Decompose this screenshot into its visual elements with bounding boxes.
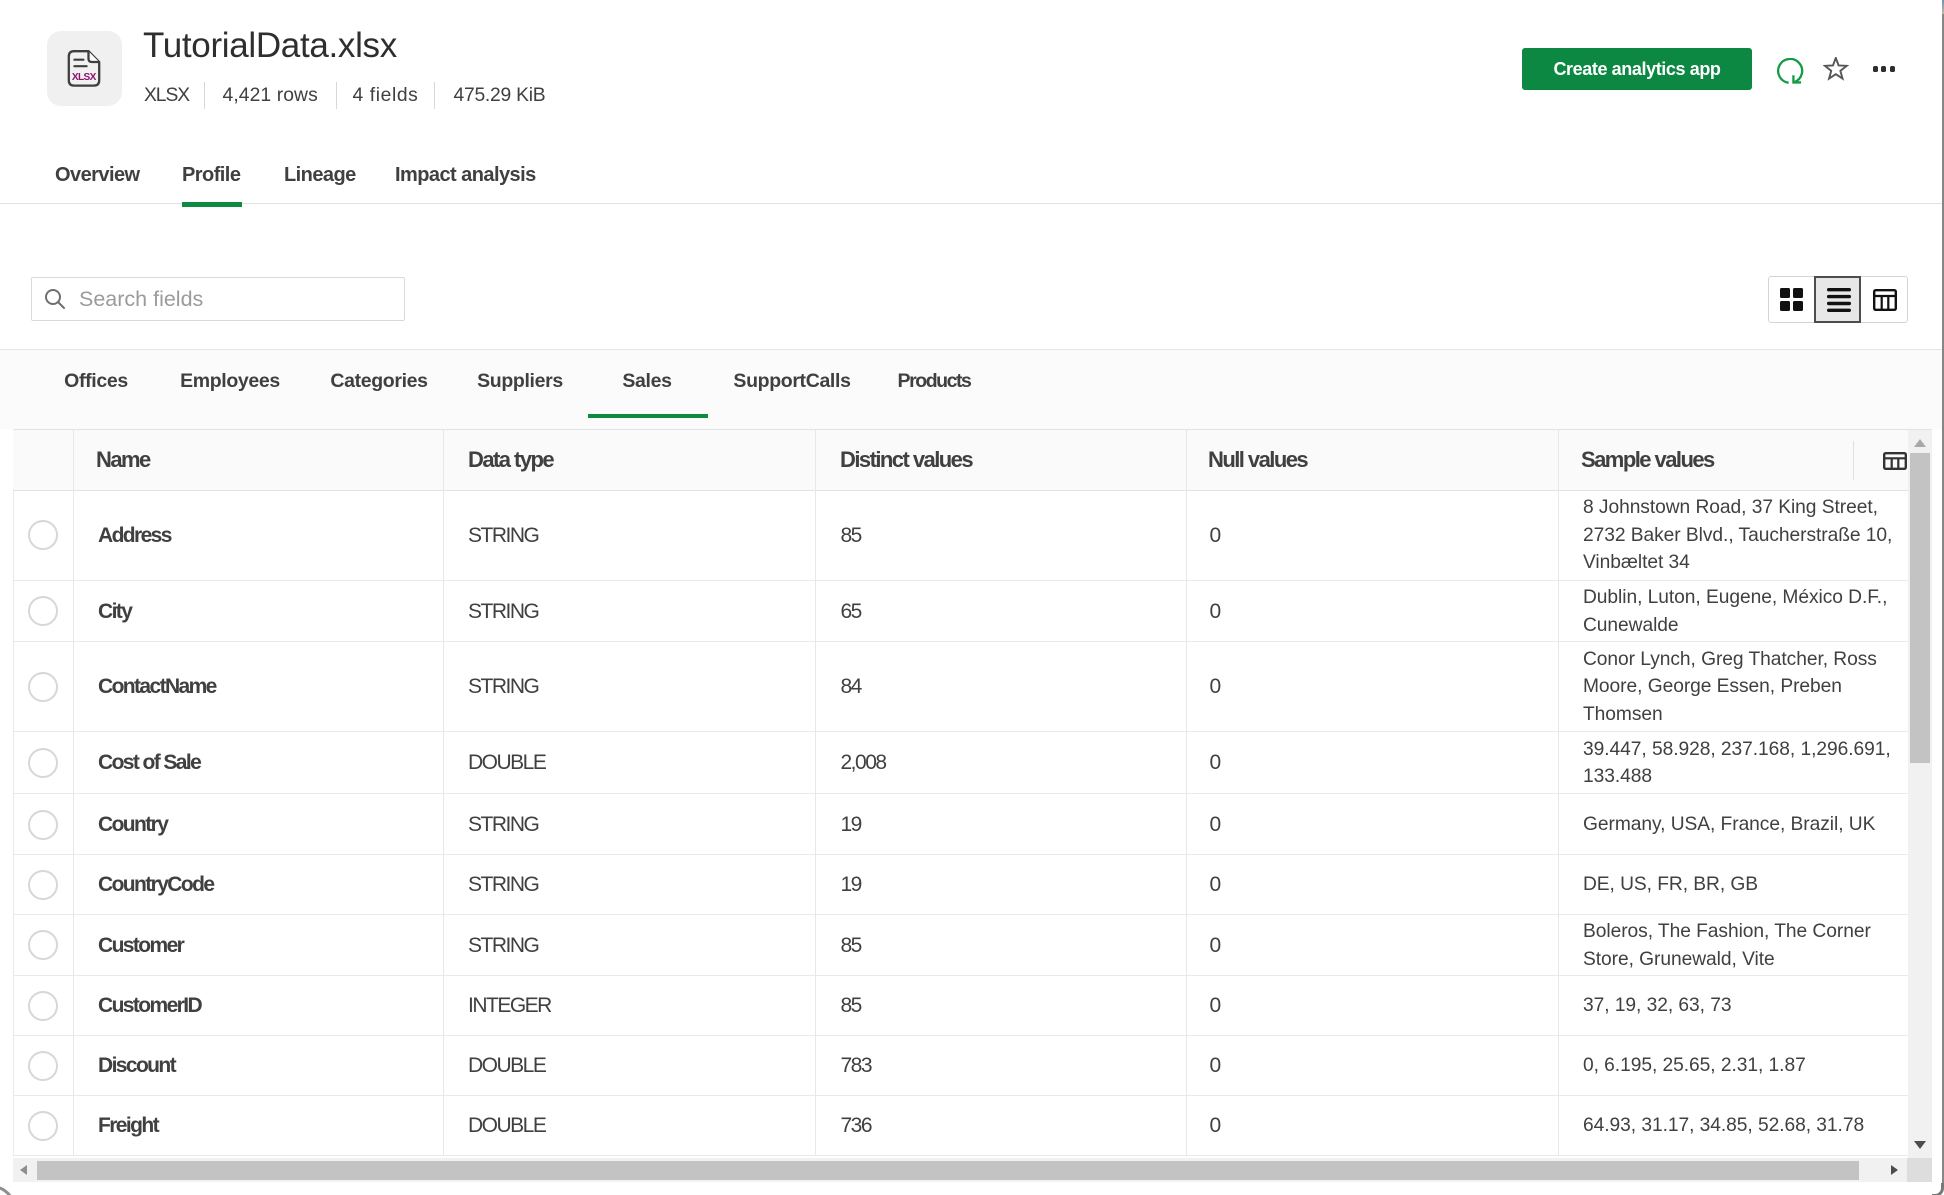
svg-text:XLSX: XLSX: [72, 72, 97, 83]
